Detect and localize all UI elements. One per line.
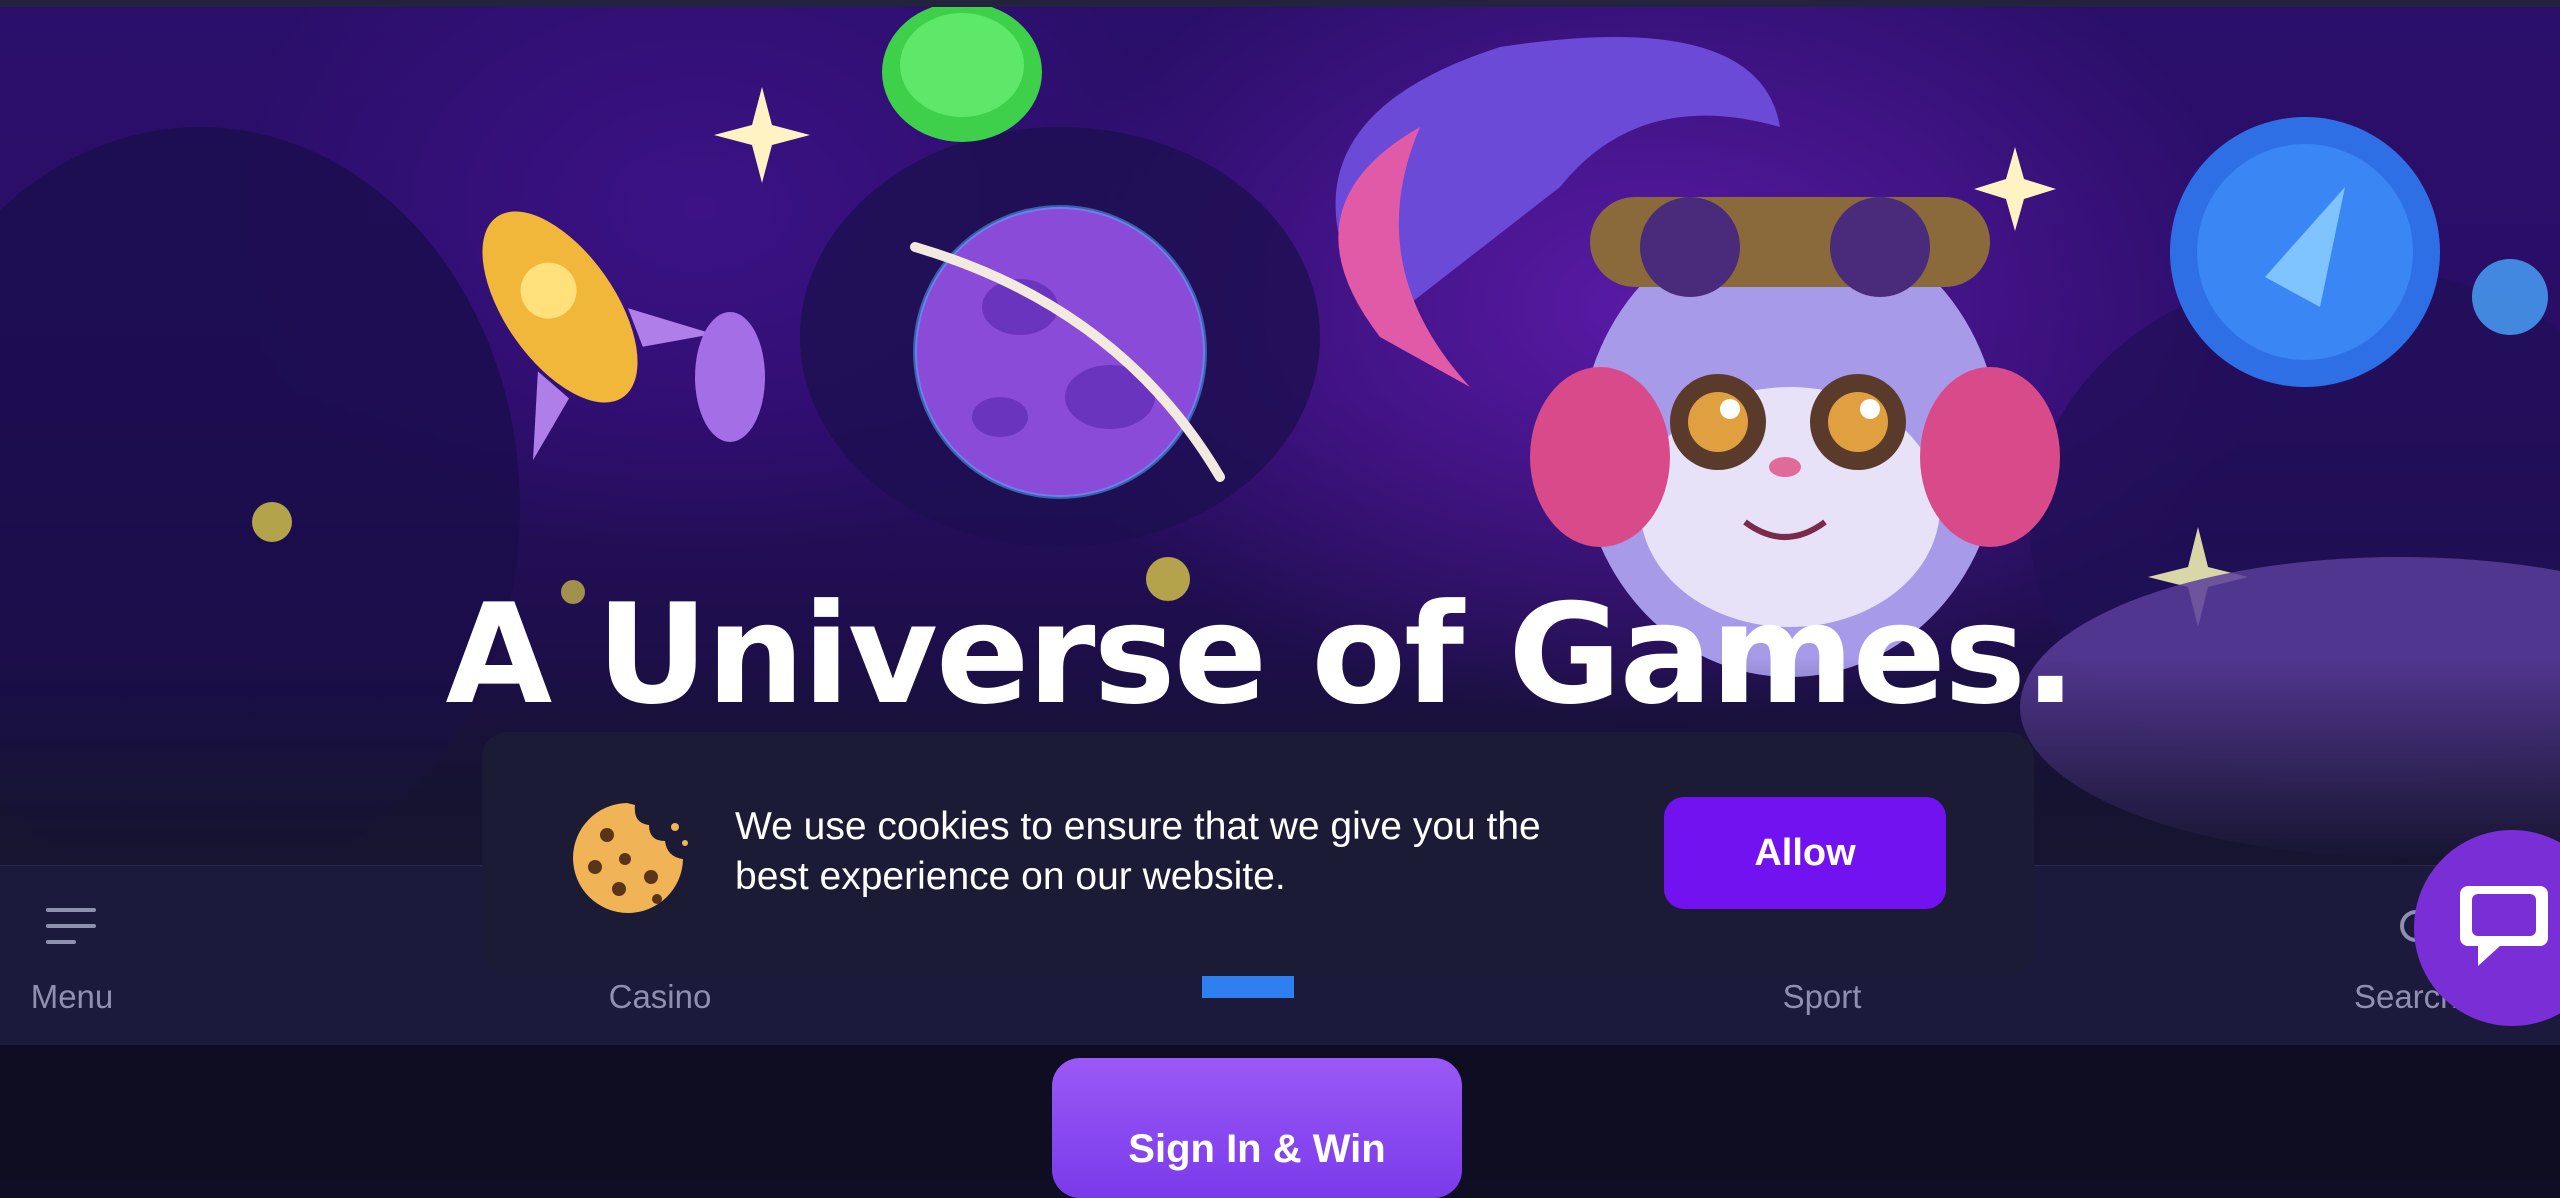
top-border	[0, 0, 2560, 7]
sign-in-button[interactable]: Sign In & Win	[1052, 1058, 1462, 1198]
nav-label-menu: Menu	[30, 978, 114, 1015]
hero-title: A Universe of Games.	[445, 574, 2076, 735]
cookie-banner: We use cookies to ensure that we give yo…	[482, 732, 2034, 976]
center-badge-icon	[1202, 974, 1294, 998]
allow-cookies-button[interactable]: Allow	[1664, 797, 1946, 909]
cookie-message: We use cookies to ensure that we give yo…	[735, 805, 1541, 898]
cookie-icon	[567, 797, 692, 920]
nav-label-casino: Casino	[608, 978, 712, 1015]
nav-label-sport: Sport	[1782, 978, 1862, 1015]
chat-bubble-icon	[2460, 886, 2548, 966]
hamburger-icon	[46, 906, 98, 954]
nav-menu[interactable]: Menu	[0, 866, 144, 1046]
